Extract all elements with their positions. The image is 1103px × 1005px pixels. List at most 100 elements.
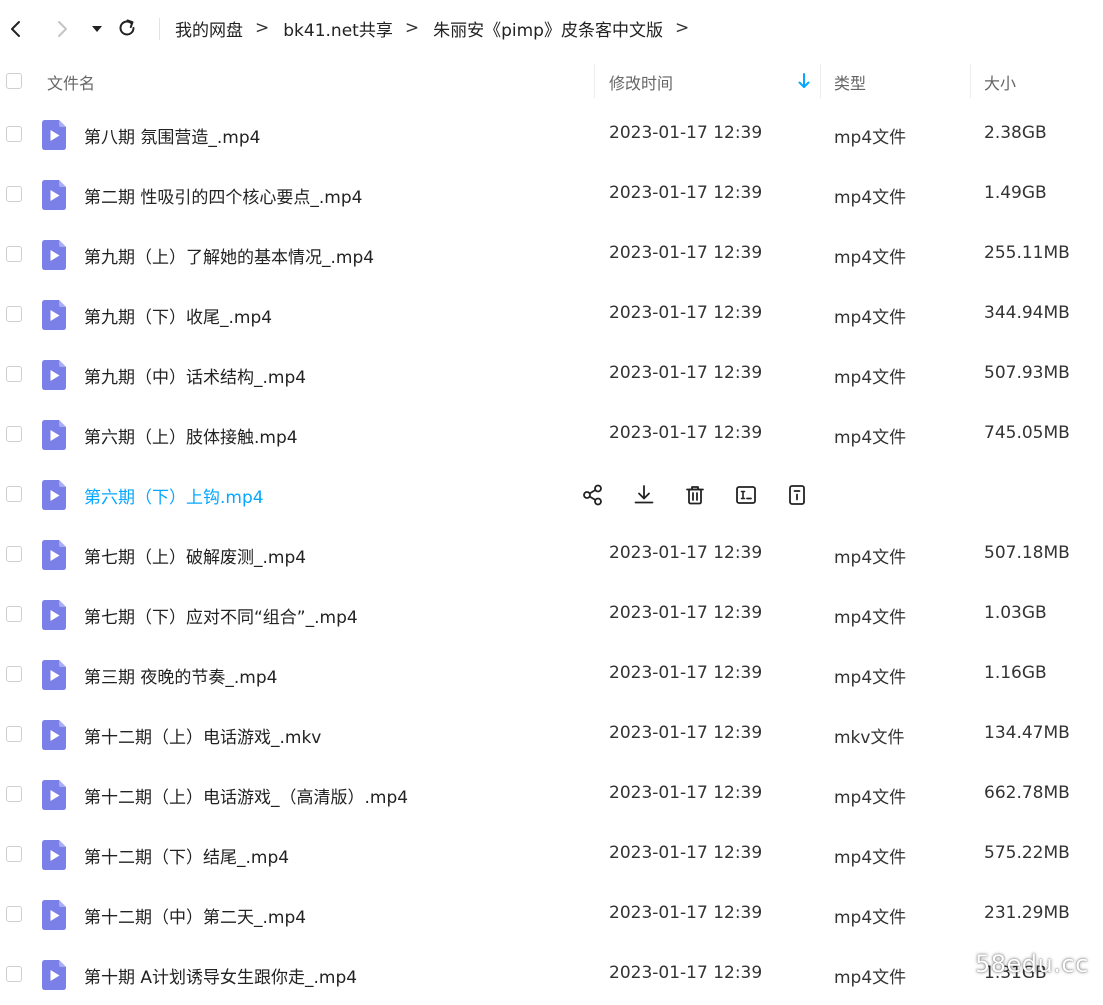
back-button[interactable] <box>4 17 28 41</box>
file-row[interactable]: 第九期（上）了解她的基本情况_.mp4 2023-01-17 12:39 mp4… <box>0 225 1103 285</box>
file-detail-icon <box>789 485 805 505</box>
file-row[interactable]: 第七期（上）破解废测_.mp4 2023-01-17 12:39 mp4文件 5… <box>0 525 1103 585</box>
file-name[interactable]: 第十二期（上）电话游戏_（高清版）.mp4 <box>84 783 408 808</box>
file-type: mkv文件 <box>834 728 905 748</box>
file-size: 662.78MB <box>984 783 1070 803</box>
file-size: 575.22MB <box>984 843 1070 863</box>
file-name[interactable]: 第六期（上）肢体接触.mp4 <box>84 423 298 448</box>
refresh-icon <box>119 19 135 36</box>
delete-button[interactable] <box>682 482 708 508</box>
file-modified-time: 2023-01-17 12:39 <box>609 903 763 923</box>
file-type: mp4文件 <box>834 128 907 148</box>
file-name[interactable]: 第九期（中）话术结构_.mp4 <box>84 363 306 388</box>
row-checkbox[interactable] <box>6 426 22 442</box>
row-checkbox[interactable] <box>6 786 22 802</box>
video-file-icon <box>42 240 66 270</box>
column-header-name[interactable]: 文件名 <box>47 70 95 94</box>
history-dropdown-button[interactable] <box>85 17 109 41</box>
toolbar-divider <box>159 18 160 40</box>
row-actions <box>580 482 835 508</box>
refresh-button[interactable] <box>115 16 139 40</box>
row-checkbox[interactable] <box>6 246 22 262</box>
file-name[interactable]: 第二期 性吸引的四个核心要点_.mp4 <box>84 183 362 208</box>
row-checkbox[interactable] <box>6 306 22 322</box>
file-name[interactable]: 第十二期（中）第二天_.mp4 <box>84 903 306 928</box>
file-name[interactable]: 第七期（上）破解废测_.mp4 <box>84 543 306 568</box>
row-checkbox[interactable] <box>6 726 22 742</box>
file-size: 134.47MB <box>984 723 1070 743</box>
download-icon <box>634 485 654 504</box>
row-checkbox[interactable] <box>6 186 22 202</box>
download-button[interactable] <box>631 482 657 508</box>
select-all-checkbox[interactable] <box>6 73 22 89</box>
row-checkbox[interactable] <box>6 606 22 622</box>
rename-button[interactable] <box>733 482 759 508</box>
file-row[interactable]: 第七期（下）应对不同“组合”_.mp4 2023-01-17 12:39 mp4… <box>0 585 1103 645</box>
file-type: mp4文件 <box>834 368 907 388</box>
file-size: 507.18MB <box>984 543 1070 563</box>
row-checkbox[interactable] <box>6 846 22 862</box>
file-modified-time: 2023-01-17 12:39 <box>609 423 763 443</box>
file-row[interactable]: 第十二期（上）电话游戏_.mkv 2023-01-17 12:39 mkv文件 … <box>0 705 1103 765</box>
column-divider <box>594 64 595 98</box>
row-checkbox[interactable] <box>6 126 22 142</box>
rename-icon <box>736 486 756 504</box>
row-checkbox[interactable] <box>6 546 22 562</box>
file-type: mp4文件 <box>834 608 907 628</box>
breadcrumb-separator: > <box>404 18 420 38</box>
breadcrumb-item-root[interactable]: 我的网盘 <box>175 16 243 41</box>
top-navigation-bar: 我的网盘 > bk41.net共享 > 朱丽安《pimp》皮条客中文版 > <box>0 0 1103 56</box>
file-type: mp4文件 <box>834 188 907 208</box>
file-row-hovered[interactable]: 第六期（下）上钩.mp4 <box>0 465 1103 525</box>
file-name[interactable]: 第十期 A计划诱导女生跟你走_.mp4 <box>84 963 357 988</box>
file-name[interactable]: 第九期（下）收尾_.mp4 <box>84 303 272 328</box>
file-modified-time: 2023-01-17 12:39 <box>609 543 763 563</box>
file-row[interactable]: 第二期 性吸引的四个核心要点_.mp4 2023-01-17 12:39 mp4… <box>0 165 1103 225</box>
file-modified-time: 2023-01-17 12:39 <box>609 123 763 143</box>
file-size: 507.93MB <box>984 363 1070 383</box>
file-row[interactable]: 第十二期（中）第二天_.mp4 2023-01-17 12:39 mp4文件 2… <box>0 885 1103 945</box>
file-name[interactable]: 第六期（下）上钩.mp4 <box>84 483 264 508</box>
more-button[interactable] <box>784 482 810 508</box>
row-checkbox[interactable] <box>6 666 22 682</box>
file-modified-time: 2023-01-17 12:39 <box>609 963 763 983</box>
sort-descending-icon[interactable] <box>797 72 811 94</box>
file-row[interactable]: 第九期（中）话术结构_.mp4 2023-01-17 12:39 mp4文件 5… <box>0 345 1103 405</box>
file-row[interactable]: 第十期 A计划诱导女生跟你走_.mp4 2023-01-17 12:39 mp4… <box>0 945 1103 1005</box>
share-button[interactable] <box>580 482 606 508</box>
file-modified-time: 2023-01-17 12:39 <box>609 783 763 803</box>
file-size: 1.49GB <box>984 183 1047 203</box>
video-file-icon <box>42 600 66 630</box>
file-name[interactable]: 第十二期（下）结尾_.mp4 <box>84 843 289 868</box>
file-modified-time: 2023-01-17 12:39 <box>609 843 763 863</box>
chevron-left-icon <box>11 21 20 37</box>
file-name[interactable]: 第九期（上）了解她的基本情况_.mp4 <box>84 243 374 268</box>
row-checkbox[interactable] <box>6 966 22 982</box>
file-size: 2.38GB <box>984 123 1047 143</box>
watermark: 58edu.cc <box>975 950 1089 978</box>
file-name[interactable]: 第七期（下）应对不同“组合”_.mp4 <box>84 603 358 628</box>
column-header-modified[interactable]: 修改时间 <box>609 70 673 94</box>
row-checkbox[interactable] <box>6 486 22 502</box>
file-size: 255.11MB <box>984 243 1070 263</box>
breadcrumb-item-current[interactable]: 朱丽安《pimp》皮条客中文版 <box>433 16 663 41</box>
row-checkbox[interactable] <box>6 366 22 382</box>
file-row[interactable]: 第九期（下）收尾_.mp4 2023-01-17 12:39 mp4文件 344… <box>0 285 1103 345</box>
column-header-type[interactable]: 类型 <box>834 70 866 94</box>
file-name[interactable]: 第三期 夜晚的节奏_.mp4 <box>84 663 277 688</box>
row-checkbox[interactable] <box>6 906 22 922</box>
file-name[interactable]: 第八期 氛围营造_.mp4 <box>84 123 260 148</box>
file-row[interactable]: 第六期（上）肢体接触.mp4 2023-01-17 12:39 mp4文件 74… <box>0 405 1103 465</box>
file-name[interactable]: 第十二期（上）电话游戏_.mkv <box>84 723 321 748</box>
file-row[interactable]: 第十二期（下）结尾_.mp4 2023-01-17 12:39 mp4文件 57… <box>0 825 1103 885</box>
breadcrumb-item-share[interactable]: bk41.net共享 <box>283 16 393 41</box>
column-header-size[interactable]: 大小 <box>984 70 1016 94</box>
file-type: mp4文件 <box>834 908 907 928</box>
file-size: 1.16GB <box>984 663 1047 683</box>
file-row[interactable]: 第八期 氛围营造_.mp4 2023-01-17 12:39 mp4文件 2.3… <box>0 105 1103 165</box>
forward-button[interactable] <box>50 17 74 41</box>
file-row[interactable]: 第三期 夜晚的节奏_.mp4 2023-01-17 12:39 mp4文件 1.… <box>0 645 1103 705</box>
file-modified-time: 2023-01-17 12:39 <box>609 243 763 263</box>
file-row[interactable]: 第十二期（上）电话游戏_（高清版）.mp4 2023-01-17 12:39 m… <box>0 765 1103 825</box>
breadcrumb-separator: > <box>674 18 690 38</box>
